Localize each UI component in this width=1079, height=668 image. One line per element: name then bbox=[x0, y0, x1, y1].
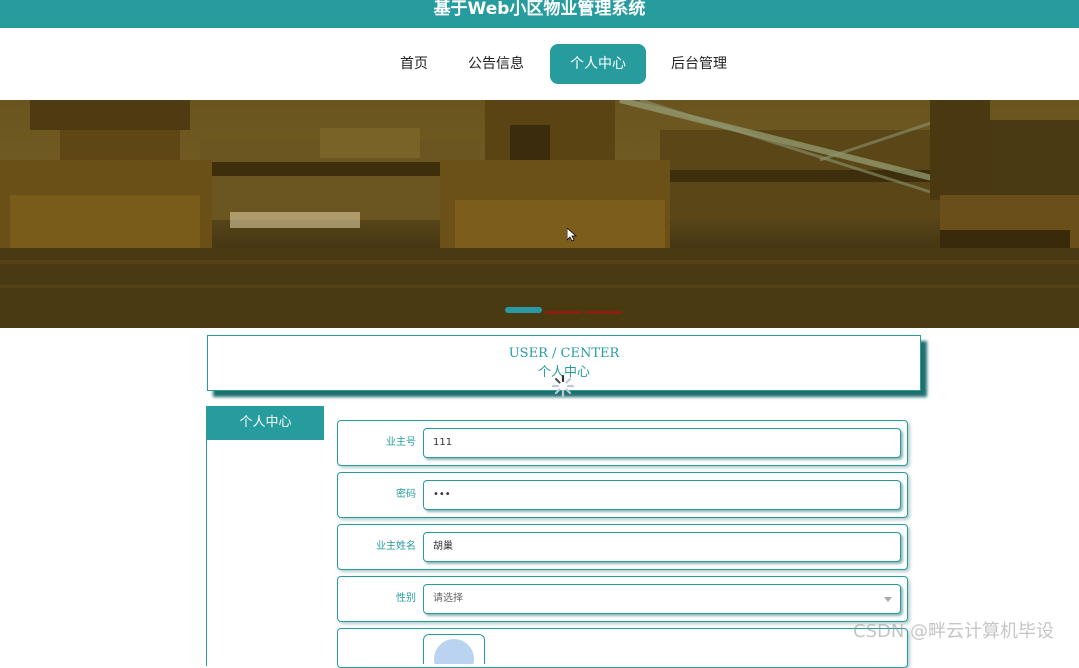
form-row-owner-name: 业主姓名 胡巢 bbox=[337, 524, 908, 570]
avatar-upload[interactable] bbox=[423, 634, 485, 664]
gender-select[interactable]: 请选择 bbox=[423, 584, 901, 614]
avatar-icon bbox=[434, 639, 474, 664]
gender-select-value: 请选择 bbox=[433, 593, 463, 604]
section-title-en: USER / CENTER bbox=[508, 346, 620, 361]
password-input[interactable]: ••• bbox=[423, 480, 901, 510]
nav-item-admin[interactable]: 后台管理 bbox=[659, 44, 739, 84]
nav-item-announcements[interactable]: 公告信息 bbox=[456, 44, 536, 84]
form-row-password: 密码 ••• bbox=[337, 472, 908, 518]
banner-image bbox=[0, 100, 1079, 328]
sidebar: 个人中心 bbox=[206, 406, 324, 666]
nav-item-personal-center[interactable]: 个人中心 bbox=[550, 44, 646, 84]
owner-name-input[interactable]: 胡巢 bbox=[423, 532, 901, 562]
form-row-avatar bbox=[337, 628, 908, 668]
owner-name-label: 业主姓名 bbox=[376, 541, 416, 552]
loading-spinner-icon bbox=[551, 374, 575, 398]
gender-label: 性别 bbox=[396, 593, 416, 604]
password-label: 密码 bbox=[396, 489, 416, 500]
nav-item-home[interactable]: 首页 bbox=[386, 44, 442, 84]
owner-id-input[interactable]: 111 bbox=[423, 428, 901, 458]
sidebar-item-personal-center[interactable]: 个人中心 bbox=[207, 406, 324, 440]
carousel-dot-2[interactable] bbox=[545, 311, 582, 314]
carousel-dot-3[interactable] bbox=[585, 311, 622, 314]
main-nav: 首页 公告信息 个人中心 后台管理 bbox=[0, 28, 1079, 100]
mouse-cursor-icon bbox=[567, 228, 577, 242]
form-row-owner-id: 业主号 111 bbox=[337, 420, 908, 466]
banner-carousel[interactable] bbox=[0, 100, 1079, 328]
form-row-gender: 性别 请选择 bbox=[337, 576, 908, 622]
app-title: 基于Web小区物业管理系统 bbox=[433, 0, 646, 19]
watermark: CSDN @畔云计算机毕设 bbox=[853, 621, 1055, 642]
carousel-dot-1[interactable] bbox=[505, 307, 542, 313]
chevron-down-icon bbox=[884, 597, 892, 602]
app-title-bar: 基于Web小区物业管理系统 bbox=[0, 0, 1079, 28]
owner-id-label: 业主号 bbox=[386, 437, 416, 448]
